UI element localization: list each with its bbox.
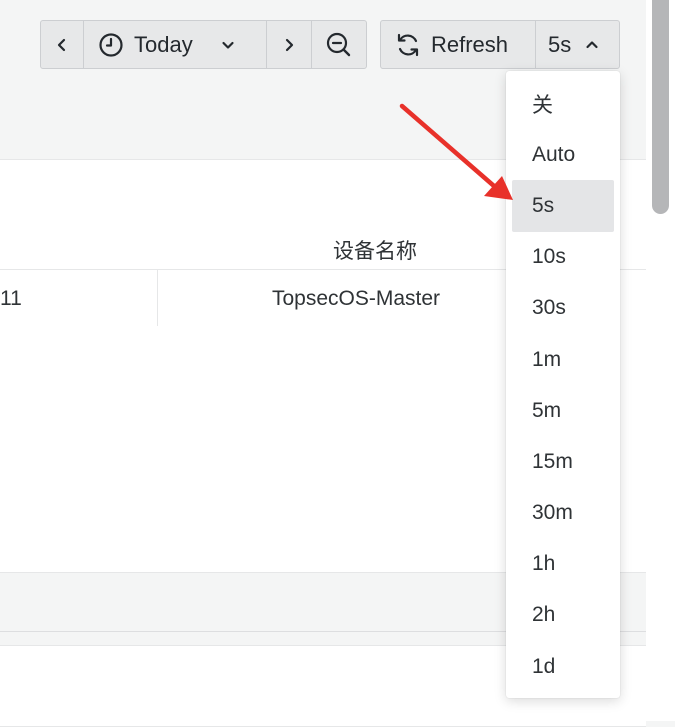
menu-item-label: Auto bbox=[532, 142, 576, 166]
column-header-device-name: 设备名称 bbox=[333, 240, 417, 263]
chevron-up-icon bbox=[585, 38, 599, 52]
menu-item[interactable]: 30s bbox=[512, 283, 614, 334]
column-divider bbox=[157, 270, 158, 326]
menu-item-label: 1h bbox=[532, 552, 556, 576]
scrollbar-thumb[interactable] bbox=[652, 0, 669, 214]
time-range-label: Today bbox=[134, 31, 193, 57]
menu-item[interactable]: 1m bbox=[512, 334, 614, 385]
menu-item-label: 5s bbox=[532, 193, 555, 217]
refresh-button[interactable]: Refresh bbox=[380, 20, 536, 69]
menu-item-label: 1m bbox=[532, 347, 562, 371]
time-range-picker-button[interactable]: Today bbox=[83, 20, 267, 69]
refresh-label: Refresh bbox=[431, 31, 509, 57]
menu-item[interactable]: 5s bbox=[512, 180, 614, 232]
next-range-button[interactable] bbox=[266, 20, 312, 69]
menu-item[interactable]: 2h bbox=[512, 590, 614, 641]
menu-item[interactable]: 15m bbox=[512, 436, 614, 487]
chevron-down-icon bbox=[221, 38, 235, 52]
menu-item[interactable]: 关 bbox=[512, 78, 614, 129]
refresh-icon bbox=[395, 32, 421, 58]
menu-item[interactable]: 10s bbox=[512, 232, 614, 283]
zoom-out-button[interactable] bbox=[311, 20, 367, 69]
menu-item-label: 30s bbox=[532, 296, 566, 320]
chevron-right-icon bbox=[282, 38, 296, 52]
menu-item-label: 2h bbox=[532, 603, 556, 627]
clock-icon bbox=[98, 32, 124, 58]
menu-item[interactable]: 30m bbox=[512, 488, 614, 539]
menu-item[interactable]: Auto bbox=[512, 129, 614, 180]
table-cell-device-name: TopsecOS-Master bbox=[272, 287, 441, 310]
menu-item-label: 1d bbox=[532, 654, 556, 678]
menu-item[interactable]: 5m bbox=[512, 385, 614, 436]
refresh-interval-menu: 关 Auto 5s 10s 30s 1m 5m 15m 30m 1h 2h 1d bbox=[506, 71, 620, 698]
menu-item-label: 30m bbox=[532, 501, 573, 525]
refresh-interval-value: 5s bbox=[548, 31, 572, 57]
menu-item-label: 15m bbox=[532, 449, 573, 473]
chevron-left-icon bbox=[55, 38, 69, 52]
refresh-interval-picker[interactable]: 5s bbox=[535, 20, 620, 69]
menu-item-label: 5m bbox=[532, 398, 562, 422]
menu-item-label: 关 bbox=[532, 93, 553, 117]
menu-item[interactable]: 1d bbox=[512, 641, 614, 692]
previous-range-button[interactable] bbox=[40, 20, 84, 69]
menu-item-label: 10s bbox=[532, 245, 566, 269]
menu-item[interactable]: 1h bbox=[512, 539, 614, 590]
zoom-out-icon bbox=[325, 31, 353, 59]
table-cell-id: 11 bbox=[0, 287, 22, 310]
